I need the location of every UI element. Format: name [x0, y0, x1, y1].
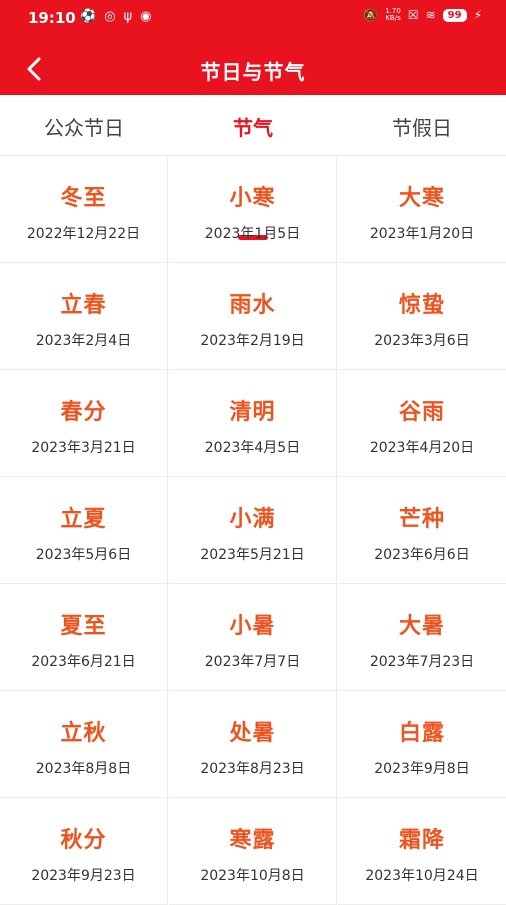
- solar-term-date: 2023年3月6日: [374, 333, 470, 349]
- solar-term-name: 寒露: [229, 828, 276, 853]
- solar-term-cell[interactable]: 清明 2023年4月5日: [169, 370, 337, 477]
- solar-term-name: 大暑: [398, 614, 445, 639]
- solar-term-date: 2023年4月5日: [204, 440, 301, 456]
- solar-term-name: 夏至: [60, 614, 107, 639]
- solar-term-cell[interactable]: 小暑 2023年7月7日: [169, 584, 337, 691]
- app-bar: 19:10 ⚽ ◎ ψ ◉ 🔕 1.70 KB/s ☒ ≋ 99 ⚡ 节日与节气: [0, 0, 506, 95]
- solar-terms-grid: 冬至 2022年12月22日 小寒 2023年1月5日 大寒 2023年1月20日立春 20…: [0, 156, 506, 905]
- tab-bar: 公众节日 节气 节假日: [0, 95, 506, 240]
- solar-term-date: 2023年5月21日: [200, 547, 305, 563]
- solar-term-name: 小暑: [229, 614, 276, 639]
- charging-icon: ⚡: [473, 8, 482, 22]
- network-speed: 1.70 KB/s: [385, 8, 401, 22]
- solar-term-date: 2023年7月7日: [204, 654, 301, 670]
- tab-statutory-holidays[interactable]: 节假日: [352, 112, 492, 141]
- solar-term-cell[interactable]: 立夏 2023年5月6日: [0, 477, 168, 584]
- page-title: 节日与节气: [200, 60, 306, 84]
- notification-icons: ⚽ ◎ ψ ◉: [80, 9, 151, 24]
- solar-term-cell[interactable]: 立春 2023年2月4日: [0, 263, 168, 370]
- solar-term-date: 2023年9月8日: [374, 761, 470, 777]
- solar-term-date: 2023年7月23日: [369, 654, 475, 670]
- solar-term-name: 秋分: [60, 828, 107, 853]
- solar-term-date: 2023年2月19日: [200, 333, 305, 349]
- solar-term-date: 2023年9月23日: [31, 868, 136, 884]
- solar-term-date: 2023年1月5日: [204, 226, 301, 242]
- solar-term-date: 2023年6月21日: [31, 654, 136, 670]
- mute-icon: 🔕: [363, 8, 379, 22]
- solar-term-cell[interactable]: 处暑 2023年8月23日: [169, 691, 337, 798]
- solar-term-date: 2023年10月8日: [200, 868, 305, 884]
- solar-term-cell[interactable]: 霜降 2023年10月24日: [338, 798, 506, 905]
- solar-term-cell[interactable]: 惊蛰 2023年3月6日: [338, 263, 506, 370]
- solar-term-date: 2023年10月24日: [365, 868, 479, 884]
- solar-term-date: 2023年3月21日: [31, 440, 136, 456]
- tab-solar-terms[interactable]: 节气: [183, 112, 323, 141]
- usb-icon: ψ: [123, 9, 133, 24]
- solar-term-name: 谷雨: [398, 400, 445, 425]
- solar-term-name: 惊蛰: [398, 293, 445, 318]
- solar-term-name: 处暑: [229, 721, 276, 746]
- sports-app-icon: ⚽: [80, 9, 97, 24]
- solar-term-name: 小满: [229, 507, 276, 532]
- solar-term-name: 春分: [60, 400, 107, 425]
- wechat-icon: ◎: [104, 9, 116, 24]
- sim-icon: ☒: [407, 8, 419, 22]
- system-icons: 🔕 1.70 KB/s ☒ ≋ 99 ⚡: [363, 8, 482, 23]
- solar-term-name: 小寒: [229, 186, 276, 211]
- solar-term-date: 2023年8月8日: [35, 761, 132, 777]
- battery-level: 99: [442, 8, 467, 22]
- solar-term-cell[interactable]: 谷雨 2023年4月20日: [338, 370, 506, 477]
- solar-term-name: 冬至: [60, 186, 107, 211]
- solar-term-cell[interactable]: 秋分 2023年9月23日: [0, 798, 168, 905]
- navigation-bar: 节日与节气: [0, 44, 506, 95]
- solar-term-cell[interactable]: 夏至 2023年6月21日: [0, 584, 168, 691]
- solar-term-name: 芒种: [398, 507, 445, 532]
- status-time: 19:10: [28, 9, 76, 27]
- status-bar: 19:10 ⚽ ◎ ψ ◉ 🔕 1.70 KB/s ☒ ≋ 99 ⚡: [0, 0, 506, 36]
- solar-term-cell[interactable]: 雨水 2023年2月19日: [169, 263, 337, 370]
- wifi-icon: ≋: [425, 8, 436, 22]
- solar-term-date: 2023年2月4日: [35, 333, 132, 349]
- solar-term-cell[interactable]: 立秋 2023年8月8日: [0, 691, 168, 798]
- solar-term-date: 2023年5月6日: [35, 547, 132, 563]
- solar-term-cell[interactable]: 大暑 2023年7月23日: [338, 584, 506, 691]
- solar-term-name: 雨水: [229, 293, 276, 318]
- solar-term-name: 白露: [398, 721, 445, 746]
- solar-term-date: 2023年4月20日: [369, 440, 475, 456]
- solar-term-date: 2023年1月20日: [369, 226, 475, 242]
- solar-term-cell[interactable]: 寒露 2023年10月8日: [169, 798, 337, 905]
- solar-term-date: 2023年8月23日: [200, 761, 305, 777]
- solar-term-date: 2022年12月22日: [26, 226, 141, 242]
- solar-term-cell[interactable]: 冬至 2022年12月22日: [0, 156, 168, 263]
- solar-term-cell[interactable]: 春分 2023年3月21日: [0, 370, 168, 477]
- solar-term-name: 霜降: [398, 828, 445, 853]
- solar-term-name: 清明: [229, 400, 276, 425]
- solar-term-name: 立夏: [60, 507, 107, 532]
- solar-term-cell[interactable]: 白露 2023年9月8日: [338, 691, 506, 798]
- solar-term-cell[interactable]: 小寒 2023年1月5日: [169, 156, 337, 263]
- solar-term-date: 2023年6月6日: [374, 547, 470, 563]
- solar-term-cell[interactable]: 小满 2023年5月21日: [169, 477, 337, 584]
- solar-term-name: 大寒: [398, 186, 445, 211]
- solar-term-cell[interactable]: 芒种 2023年6月6日: [338, 477, 506, 584]
- solar-term-name: 立春: [60, 293, 107, 318]
- solar-term-name: 立秋: [60, 721, 107, 746]
- network-speed-unit: KB/s: [385, 14, 401, 22]
- solar-term-cell[interactable]: 大寒 2023年1月20日: [338, 156, 506, 263]
- app-notification-icon: ◉: [140, 9, 152, 24]
- tab-public-holidays[interactable]: 公众节日: [14, 112, 154, 141]
